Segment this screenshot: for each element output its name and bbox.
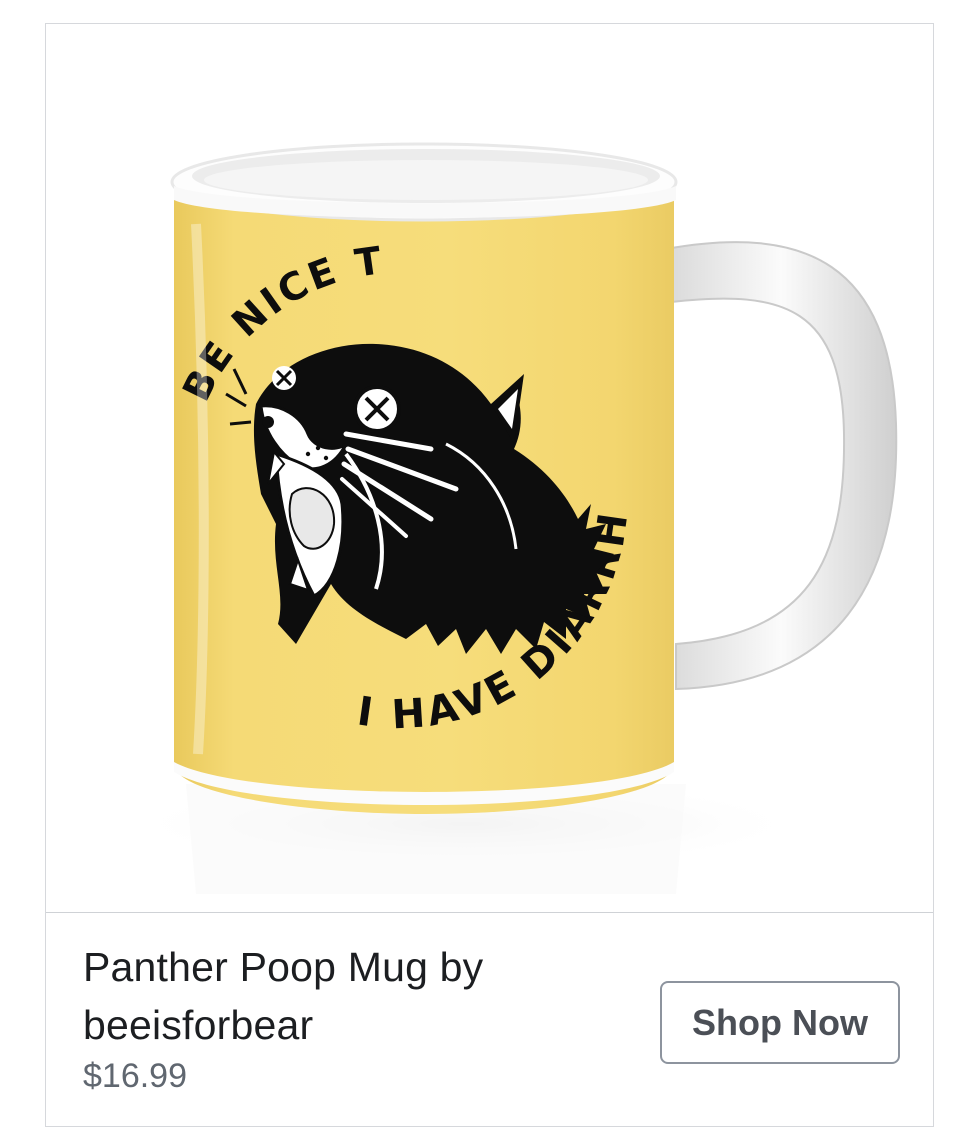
- mug-illustration: BE NICE TO ME I HAVE DIARRHEA: [46, 24, 898, 894]
- product-price: $16.99: [83, 1057, 187, 1095]
- product-image[interactable]: BE NICE TO ME I HAVE DIARRHEA: [46, 24, 932, 912]
- product-ad-card[interactable]: BE NICE TO ME I HAVE DIARRHEA: [45, 23, 934, 1127]
- card-footer: Panther Poop Mug by beeisforbear $16.99 …: [46, 914, 933, 1126]
- card-divider: [46, 912, 933, 913]
- product-title[interactable]: Panther Poop Mug by beeisforbear: [83, 938, 623, 1054]
- shop-now-button[interactable]: Shop Now: [660, 981, 900, 1064]
